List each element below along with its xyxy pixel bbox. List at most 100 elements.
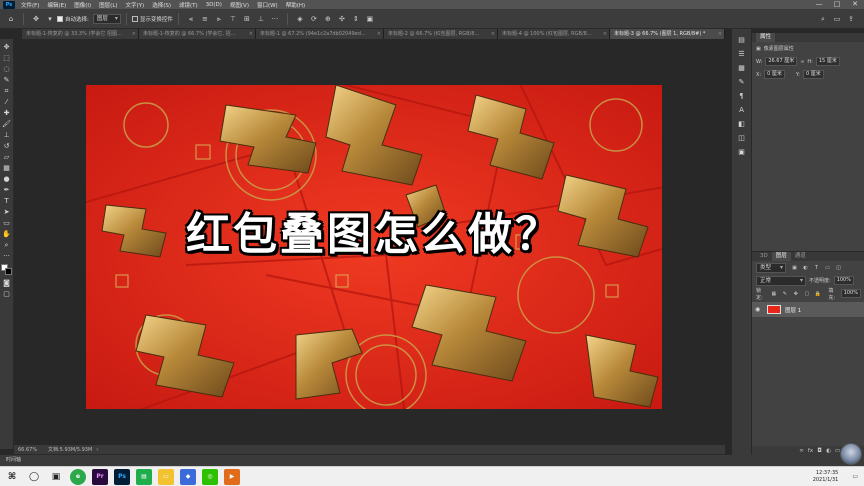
quick-select-tool-icon[interactable]: ✎ <box>1 75 12 85</box>
close-icon[interactable]: × <box>132 29 136 39</box>
adjustments-icon[interactable]: ☰ <box>736 49 747 59</box>
menu-layer[interactable]: 图层(L) <box>95 1 121 9</box>
link-layers-icon[interactable]: ∞ <box>797 448 806 454</box>
tab-document-2[interactable]: 未标题-1-恢复的 @ 66.7% (学会它, 招… × <box>139 29 256 39</box>
close-icon[interactable]: × <box>377 29 381 39</box>
hand-tool-icon[interactable]: ✋ <box>1 229 12 239</box>
tab-document-1[interactable]: 未标题-1-恢复的 @ 33.3% (学会它 招图… × <box>22 29 139 39</box>
tab-document-active[interactable]: 未标题-3 @ 66.7% (图层 1, RGB/8#) * × <box>610 29 725 39</box>
fill-field[interactable]: 100% <box>840 289 861 298</box>
align-right-icon[interactable]: ⫸ <box>213 14 225 24</box>
explorer-icon[interactable]: ▭ <box>158 468 174 485</box>
background-color[interactable] <box>4 268 12 275</box>
start-icon[interactable]: ⌘ <box>4 469 20 485</box>
gradient-tool-icon[interactable]: ▦ <box>1 163 12 173</box>
premiere-icon[interactable]: Pr <box>92 468 108 485</box>
tab-document-5[interactable]: 未标题-4 @ 100% (红包图层, RGB/8… × <box>498 29 610 39</box>
align-left-icon[interactable]: ⫷ <box>185 14 197 24</box>
filter-smart-icon[interactable]: ◫ <box>834 264 843 272</box>
styles-icon[interactable]: ▣ <box>736 147 747 157</box>
tab-document-3[interactable]: 未标题-1 @ 67.2% (94e1c2a7db02049ed… × <box>256 29 384 39</box>
3d-drag-icon[interactable]: ✣ <box>336 14 348 24</box>
align-center-icon[interactable]: ≡ <box>199 14 211 24</box>
menu-file[interactable]: 文件(F) <box>17 1 43 9</box>
canvas[interactable]: 红包叠图怎么做？ <box>86 85 662 409</box>
menu-edit[interactable]: 编辑(E) <box>43 1 70 9</box>
move-tool-icon[interactable]: ✥ <box>1 42 12 52</box>
y-field[interactable]: 0 厘米 <box>802 70 824 79</box>
filter-shape-icon[interactable]: ▭ <box>823 264 832 272</box>
close-button[interactable]: ✕ <box>846 0 864 9</box>
swatches-icon[interactable]: ▦ <box>736 63 747 73</box>
auto-select-dropdown[interactable]: 图层 <box>92 13 121 24</box>
lock-position-icon[interactable]: ✥ <box>791 290 800 298</box>
blend-mode-dropdown[interactable]: 正常 <box>756 275 806 286</box>
history-brush-icon[interactable]: ↺ <box>1 141 12 151</box>
link-icon[interactable]: ∞ <box>800 59 804 65</box>
3d-roll-icon[interactable]: ⊕ <box>322 14 334 24</box>
tab-layers[interactable]: 图层 <box>771 252 791 261</box>
align-middle-icon[interactable]: ⊞ <box>241 14 253 24</box>
close-icon[interactable]: × <box>491 29 495 39</box>
pen-tool-icon[interactable]: ✒ <box>1 185 12 195</box>
close-icon[interactable]: × <box>718 29 722 39</box>
layer-name[interactable]: 图层 1 <box>785 306 801 314</box>
eye-icon[interactable]: ◉ <box>755 306 763 313</box>
show-transform-checkbox[interactable] <box>131 15 138 22</box>
more-tools-icon[interactable]: ··· <box>1 251 12 261</box>
share-icon[interactable]: ⇪ <box>845 14 857 24</box>
layer-filter-dropdown[interactable]: 类型 <box>756 262 786 273</box>
dodge-tool-icon[interactable]: ● <box>1 174 12 184</box>
quick-mask-icon[interactable]: ◙ <box>1 278 12 288</box>
eyedropper-tool-icon[interactable]: ⁄ <box>1 97 12 107</box>
type-tool-icon[interactable]: T <box>1 196 12 206</box>
lock-all-icon[interactable]: 🔒 <box>813 290 822 298</box>
opacity-field[interactable]: 100% <box>833 276 854 285</box>
3d-slide-icon[interactable]: ⇕ <box>350 14 362 24</box>
close-icon[interactable]: × <box>603 29 607 39</box>
tab-3d[interactable]: 3D <box>756 252 772 261</box>
menu-view[interactable]: 视图(V) <box>226 1 253 9</box>
align-top-icon[interactable]: ⊤ <box>227 14 239 24</box>
app-orange-icon[interactable]: ▶ <box>224 468 240 485</box>
add-mask-icon[interactable]: ◘ <box>815 448 824 454</box>
timeline-label[interactable]: 时间轴 <box>6 457 21 463</box>
clock[interactable]: 12:37:35 2021/1/31 <box>813 470 849 484</box>
healing-brush-icon[interactable]: ✚ <box>1 108 12 118</box>
menu-filter[interactable]: 滤镜(T) <box>175 1 202 9</box>
fx-icon[interactable]: fx <box>806 448 815 454</box>
x-field[interactable]: 0 厘米 <box>764 70 785 79</box>
search-icon[interactable]: ⌕ <box>817 14 829 24</box>
width-field[interactable]: 26.67 厘米 <box>765 57 798 66</box>
auto-select-checkbox[interactable] <box>57 15 63 22</box>
menu-image[interactable]: 图像(I) <box>70 1 95 9</box>
height-field[interactable]: 15 厘米 <box>815 57 840 66</box>
brush-tool-icon[interactable]: 🖌 <box>1 119 12 129</box>
3d-mode-icon[interactable]: ◈ <box>294 14 306 24</box>
color-swatches[interactable] <box>0 264 13 276</box>
more-options-icon[interactable]: ··· <box>269 14 281 24</box>
menu-select[interactable]: 选择(S) <box>148 1 175 9</box>
workspace-icon[interactable]: ▭ <box>831 14 843 24</box>
move-tool-icon[interactable]: ✥ <box>30 14 42 24</box>
layer-comps-icon[interactable]: ◧ <box>736 119 747 129</box>
close-icon[interactable]: × <box>249 29 253 39</box>
character-icon[interactable]: A <box>736 105 747 115</box>
photoshop-icon[interactable]: Ps <box>114 468 130 485</box>
lasso-tool-icon[interactable]: ◌ <box>1 64 12 74</box>
3d-camera-icon[interactable]: ▣ <box>364 14 376 24</box>
history-panel-icon[interactable]: ▤ <box>736 35 747 45</box>
zoom-level[interactable]: 66.67% <box>18 447 48 453</box>
brush-settings-icon[interactable]: ✎ <box>736 77 747 87</box>
tab-document-4[interactable]: 未标题-2 @ 66.7% (红包图层, RGB/8… × <box>384 29 498 39</box>
layer-row[interactable]: ◉ 图层 1 <box>752 302 864 317</box>
minimize-button[interactable]: — <box>810 0 828 9</box>
edge-icon[interactable]: e <box>70 468 86 485</box>
doc-info[interactable]: 文档:5.93M/5.93M <box>48 446 92 453</box>
3d-rotate-icon[interactable]: ⟳ <box>308 14 320 24</box>
shape-tool-icon[interactable]: ▭ <box>1 218 12 228</box>
task-view-icon[interactable]: ▣ <box>48 469 64 485</box>
app-green-icon[interactable]: ▤ <box>136 468 152 485</box>
maximize-button[interactable]: □ <box>828 0 846 9</box>
search-icon[interactable]: ◯ <box>26 469 42 485</box>
